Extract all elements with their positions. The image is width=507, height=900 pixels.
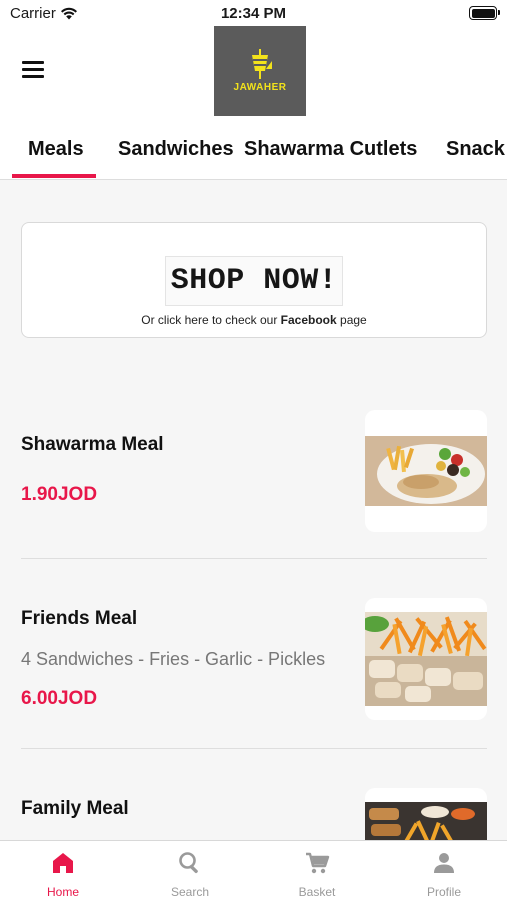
shawarma-spit-icon	[252, 49, 272, 79]
logo-text: JAWAHER	[233, 82, 287, 93]
brand-logo: JAWAHER	[214, 26, 306, 116]
item-photo	[365, 598, 487, 720]
nav-basket-label: Basket	[298, 885, 336, 899]
clock: 12:34 PM	[220, 5, 287, 22]
item-photo	[365, 788, 487, 840]
friends-meal-image	[365, 612, 487, 706]
item-photo	[365, 410, 487, 532]
status-bar: Carrier 12:34 PM	[0, 0, 507, 26]
tab-snack[interactable]: Snack	[446, 138, 505, 161]
nav-home-label: Home	[46, 885, 79, 899]
active-tab-indicator	[12, 174, 96, 178]
item-divider	[21, 558, 487, 559]
nav-search-label: Search	[170, 885, 210, 899]
category-tabs: Meals Sandwiches Shawarma Cutlets Snack	[0, 126, 507, 180]
cart-icon	[306, 852, 330, 874]
item-name: Family Meal	[21, 798, 129, 819]
shawarma-plate-image	[365, 436, 487, 506]
nav-profile-label: Profile	[426, 885, 461, 899]
menu-item-shawarma-meal[interactable]: Shawarma Meal 1.90JOD	[0, 400, 507, 558]
item-name: Friends Meal	[21, 608, 138, 629]
banner-caption-before: Or click here to check our	[141, 313, 278, 327]
nav-search[interactable]: Search	[127, 841, 253, 900]
family-meal-image	[365, 802, 487, 840]
nav-home[interactable]: Home	[0, 841, 126, 900]
menu-item-friends-meal[interactable]: Friends Meal 4 Sandwiches - Fries - Garl…	[0, 590, 507, 748]
nav-basket[interactable]: Basket	[254, 841, 380, 900]
bottom-tab-bar: Home Search Basket Profile	[0, 840, 507, 900]
banner-caption: Or click here to check our Facebook page	[22, 313, 486, 327]
item-divider	[21, 748, 487, 749]
tab-meals[interactable]: Meals	[28, 138, 84, 161]
home-icon	[53, 853, 73, 873]
search-icon	[179, 852, 198, 874]
facebook-promo-banner[interactable]: SHOP NOW! Or click here to check our Fac…	[21, 222, 487, 338]
nav-profile[interactable]: Profile	[381, 841, 507, 900]
item-price: 1.90JOD	[21, 484, 98, 505]
battery-icon	[469, 6, 500, 20]
hamburger-menu-button[interactable]	[22, 61, 48, 83]
banner-caption-after: page	[340, 313, 367, 327]
item-description: 4 Sandwiches - Fries - Garlic - Pickles	[21, 649, 326, 669]
person-icon	[434, 853, 454, 873]
banner-caption-facebook: Facebook	[280, 313, 337, 327]
shop-now-box: SHOP NOW!	[165, 256, 343, 306]
tab-sandwiches[interactable]: Sandwiches	[118, 138, 234, 161]
tab-shawarma-cutlets[interactable]: Shawarma Cutlets	[244, 138, 417, 161]
shop-now-text: SHOP NOW!	[170, 264, 338, 298]
app-header: JAWAHER	[0, 26, 507, 126]
item-price: 6.00JOD	[21, 688, 98, 709]
menu-item-family-meal[interactable]: Family Meal	[0, 780, 507, 840]
item-name: Shawarma Meal	[21, 434, 164, 455]
